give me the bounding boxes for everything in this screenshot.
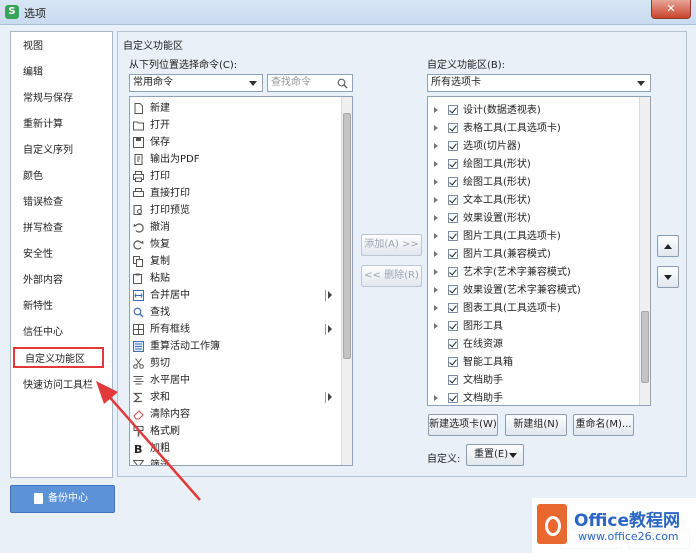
watermark: Office教程网 www.office26.com (532, 498, 696, 553)
office-logo-icon (537, 504, 567, 544)
annotation-arrow-icon (96, 381, 201, 501)
watermark-url: www.office26.com (578, 530, 679, 543)
watermark-title: Office教程网 (574, 511, 681, 531)
